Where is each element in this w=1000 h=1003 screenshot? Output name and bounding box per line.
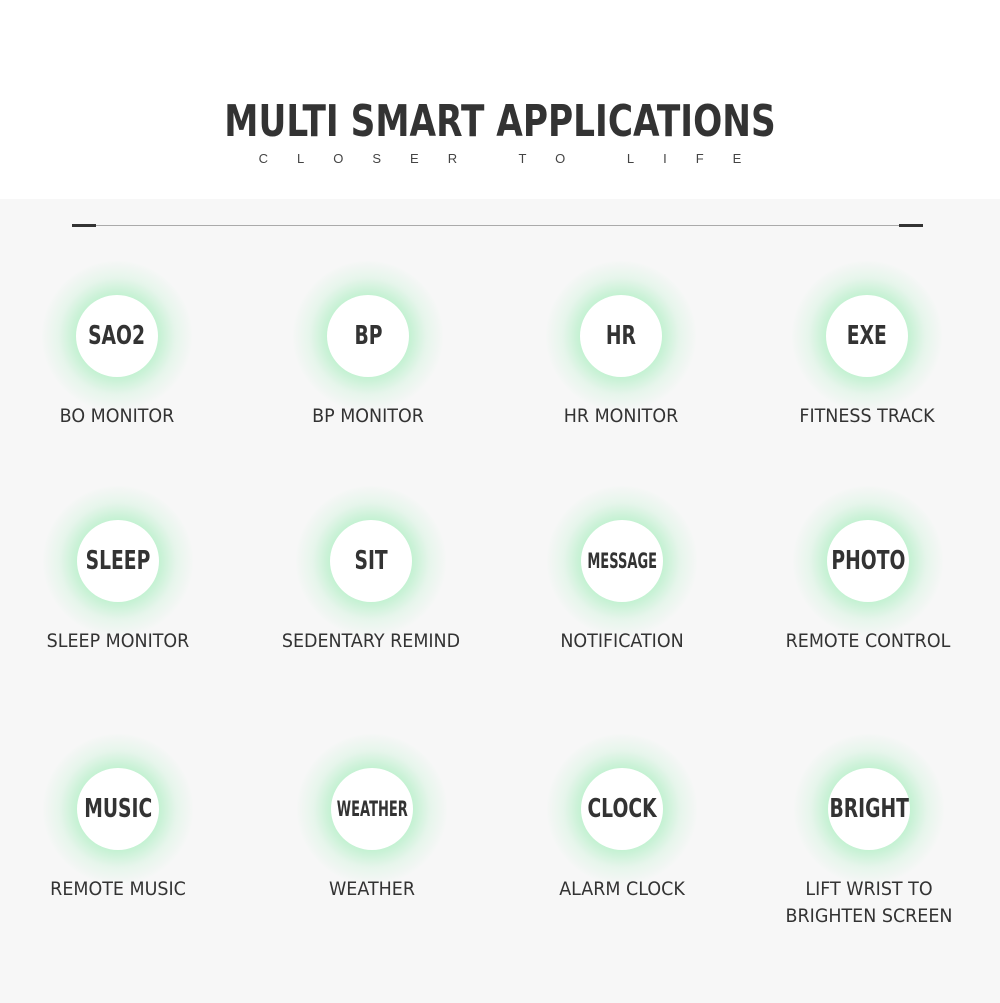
feature-fitness-track: EXE FITNESS TRACK bbox=[747, 261, 987, 430]
feature-sedentary-remind: SIT SEDENTARY REMIND bbox=[251, 486, 491, 655]
bp-icon: BP bbox=[327, 295, 409, 377]
feature-weather: WEATHER WEATHER bbox=[252, 734, 492, 903]
feature-label: BO MONITOR bbox=[59, 405, 175, 427]
page-title: MULTI SMART APPLICATIONS bbox=[224, 96, 776, 147]
feature-remote-music: MUSIC REMOTE MUSIC bbox=[0, 734, 238, 903]
sleep-icon: SLEEP bbox=[77, 520, 159, 602]
clock-icon: CLOCK bbox=[581, 768, 663, 850]
feature-bo-monitor: SAO2 BO MONITOR bbox=[0, 261, 237, 430]
header: MULTI SMART APPLICATIONS CLOSER TO LIFE bbox=[0, 0, 1000, 199]
feature-label: SLEEP MONITOR bbox=[46, 630, 190, 652]
exe-icon: EXE bbox=[826, 295, 908, 377]
feature-label: HR MONITOR bbox=[563, 405, 679, 427]
feature-label: REMOTE MUSIC bbox=[50, 878, 186, 900]
photo-icon: PHOTO bbox=[827, 520, 909, 602]
sao2-icon: SAO2 bbox=[76, 295, 158, 377]
feature-hr-monitor: HR HR MONITOR bbox=[501, 261, 741, 430]
bright-icon: BRIGHT bbox=[828, 768, 910, 850]
feature-label: REMOTE CONTROL bbox=[785, 630, 951, 652]
feature-label: ALARM CLOCK bbox=[559, 878, 685, 900]
divider-cap-right bbox=[899, 224, 923, 227]
page-subtitle: CLOSER TO LIFE bbox=[258, 151, 771, 166]
feature-label: FITNESS TRACK bbox=[799, 405, 935, 427]
message-icon: MESSAGE bbox=[581, 520, 663, 602]
sit-icon: SIT bbox=[330, 520, 412, 602]
feature-label: LIFT WRIST TO BRIGHTEN SCREEN bbox=[785, 878, 953, 927]
hr-icon: HR bbox=[580, 295, 662, 377]
feature-sleep-monitor: SLEEP SLEEP MONITOR bbox=[0, 486, 238, 655]
feature-label: BP MONITOR bbox=[312, 405, 424, 427]
feature-label: WEATHER bbox=[329, 878, 415, 900]
feature-remote-control: PHOTO REMOTE CONTROL bbox=[748, 486, 988, 655]
feature-bp-monitor: BP BP MONITOR bbox=[248, 261, 488, 430]
feature-label: SEDENTARY REMIND bbox=[281, 630, 461, 652]
divider-cap-left bbox=[72, 224, 96, 227]
weather-icon: WEATHER bbox=[331, 768, 413, 850]
divider-line bbox=[72, 225, 923, 226]
feature-notification: MESSAGE NOTIFICATION bbox=[502, 486, 742, 655]
feature-alarm-clock: CLOCK ALARM CLOCK bbox=[502, 734, 742, 903]
feature-label: NOTIFICATION bbox=[560, 630, 684, 652]
feature-lift-wrist: BRIGHT LIFT WRIST TO BRIGHTEN SCREEN bbox=[749, 734, 989, 930]
music-icon: MUSIC bbox=[77, 768, 159, 850]
